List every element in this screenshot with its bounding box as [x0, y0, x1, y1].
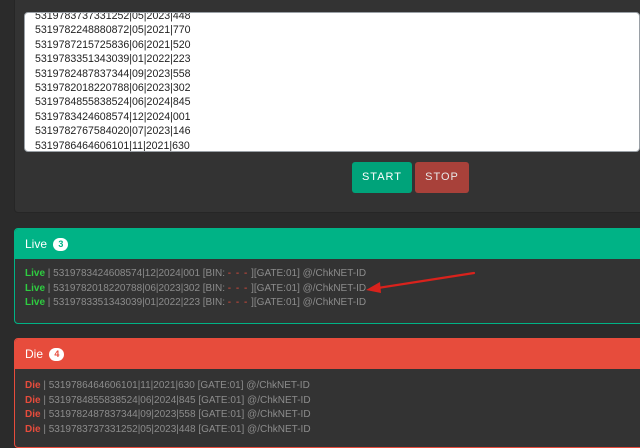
input-line: 5319784855838524|06|2024|845 [35, 96, 191, 109]
status-label: Die [25, 409, 41, 420]
bin-value: - - - [227, 297, 249, 308]
status-label: Live [25, 282, 46, 294]
status-label: Die [25, 380, 41, 391]
result-text: | 5319786464606101|11|2021|630 [GATE:01]… [40, 380, 310, 391]
die-results-panel: Die 4 Die | 5319786464606101|11|2021|630… [14, 338, 640, 448]
die-result-row: Die | 5319786464606101|11|2021|630 [GATE… [25, 379, 311, 394]
die-result-row: Die | 5319783737331252|05|2023|448 [GATE… [25, 423, 311, 438]
die-panel-title: Die [25, 347, 44, 361]
result-suffix: ][GATE:01] @/ChkNET-ID [248, 297, 367, 308]
input-line: 5319783424608574|12|2024|001 [35, 110, 191, 123]
die-result-row: Die | 5319782487837344|09|2023|558 [GATE… [25, 408, 311, 423]
live-result-row: Live | 5319783351343039|01|2022|223 [BIN… [25, 296, 366, 311]
die-results-list: Die | 5319786464606101|11|2021|630 [GATE… [25, 379, 311, 437]
input-line: 5319782487837344|09|2023|558 [35, 67, 191, 80]
live-panel-header: Live 3 [15, 229, 640, 259]
input-line: 5319787215725836|06|2021|520 [35, 38, 191, 51]
status-label: Live [25, 297, 46, 308]
bin-value: - - - [227, 268, 249, 279]
live-results-list: Live | 5319783424608574|12|2024|001 [BIN… [25, 267, 366, 311]
card-list-lines: 5319783737331252|05|2023|448 53197822488… [35, 12, 191, 152]
die-result-row: Die | 5319784855838524|06|2024|845 [GATE… [25, 394, 311, 409]
result-text: | 5319784855838524|06|2024|845 [GATE:01]… [40, 394, 311, 406]
input-line: 5319782018220788|06|2023|302 [35, 81, 191, 94]
card-list-textarea[interactable]: 5319783737331252|05|2023|448 53197822488… [24, 12, 640, 152]
result-suffix: ][GATE:01] @/ChkNET-ID [248, 282, 367, 294]
input-line: 5319782767584020|07|2023|146 [35, 125, 191, 138]
die-count-badge: 4 [49, 348, 65, 361]
die-panel-header: Die 4 [15, 339, 640, 369]
live-panel-title: Live [25, 237, 48, 251]
result-suffix: ][GATE:01] @/ChkNET-ID [248, 268, 367, 279]
live-count-badge: 3 [53, 238, 69, 251]
result-text: | 5319782018220788|06|2023|302 [BIN: [45, 282, 228, 294]
start-button[interactable]: START [352, 162, 412, 193]
input-line: 5319782248880872|05|2021|770 [35, 24, 191, 37]
input-line: 5319786464606101|11|2021|630 [35, 139, 190, 152]
status-label: Die [25, 394, 41, 406]
live-result-row: Live | 5319782018220788|06|2023|302 [BIN… [25, 282, 366, 297]
input-line: 5319783351343039|01|2022|223 [35, 53, 191, 66]
live-result-row: Live | 5319783424608574|12|2024|001 [BIN… [25, 267, 366, 282]
stop-button[interactable]: STOP [415, 162, 469, 193]
status-label: Live [25, 268, 46, 279]
result-text: | 5319783737331252|05|2023|448 [GATE:01]… [40, 423, 311, 435]
status-label: Die [25, 423, 41, 435]
result-text: | 5319783351343039|01|2022|223 [BIN: [45, 297, 228, 308]
input-line: 5319783737331252|05|2023|448 [35, 12, 191, 22]
live-results-panel: Live 3 Live | 5319783424608574|12|2024|0… [14, 228, 640, 324]
result-text: | 5319782487837344|09|2023|558 [GATE:01]… [40, 409, 311, 420]
bin-value: - - - [227, 282, 249, 294]
result-text: | 5319783424608574|12|2024|001 [BIN: [45, 268, 228, 279]
